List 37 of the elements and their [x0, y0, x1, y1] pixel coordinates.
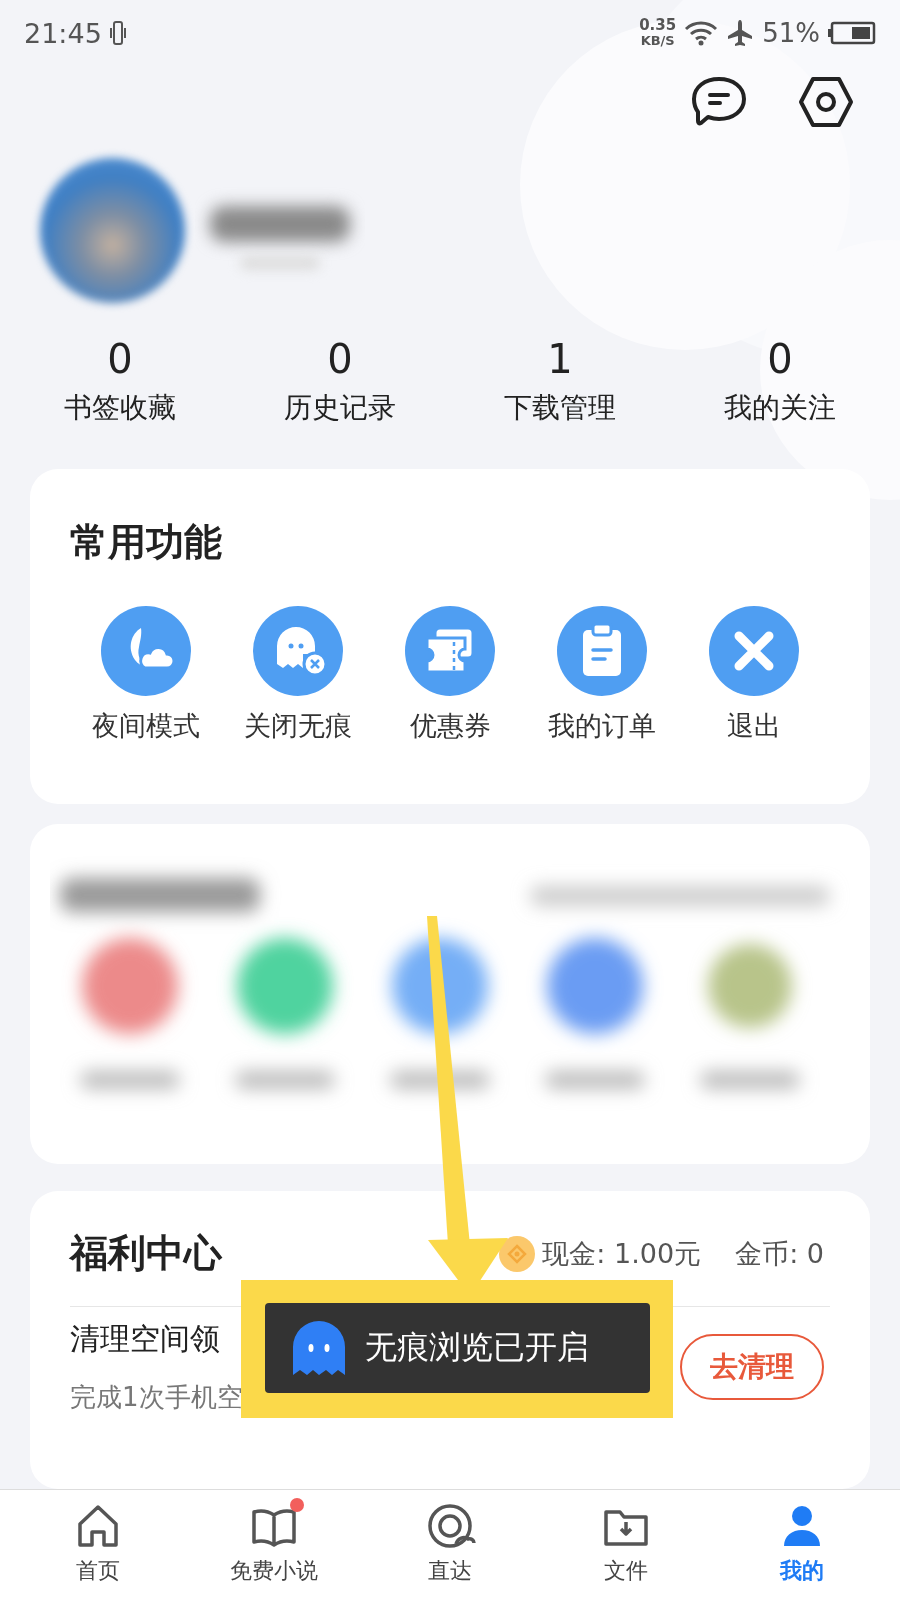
- toast: 无痕浏览已开启: [265, 1303, 650, 1393]
- function-item[interactable]: 我的订单: [526, 606, 678, 744]
- nav-tab[interactable]: 我的: [714, 1490, 890, 1600]
- wifi-icon: [684, 20, 719, 46]
- night-mode-icon: [101, 606, 191, 696]
- stat-item[interactable]: 1 下载管理: [450, 335, 670, 427]
- function-item[interactable]: 关闭无痕: [222, 606, 374, 744]
- cash-balance: 现金: 1.00元: [542, 1236, 702, 1271]
- task-description: 完成1次手机空: [70, 1381, 243, 1414]
- section-title: 福利中心: [70, 1230, 222, 1277]
- nav-tab[interactable]: 直达: [362, 1490, 538, 1600]
- stat-item[interactable]: 0 我的关注: [670, 335, 890, 427]
- coupon-icon: [405, 606, 495, 696]
- battery-percent: 51%: [762, 18, 820, 48]
- avatar[interactable]: [40, 158, 185, 303]
- nav-tab[interactable]: 免费小说: [186, 1490, 362, 1600]
- network-speed: 0.35 KB/S: [639, 17, 677, 49]
- clipboard-icon: [557, 606, 647, 696]
- close-icon: [709, 606, 799, 696]
- stat-item[interactable]: 0 书签收藏: [10, 335, 230, 427]
- nav-tab[interactable]: 首页: [10, 1490, 186, 1600]
- stat-item[interactable]: 0 历史记录: [230, 335, 450, 427]
- clock-time: 21:45: [24, 17, 102, 49]
- section-title: 常用功能: [70, 519, 223, 566]
- coin-icon: [498, 1234, 537, 1273]
- function-item[interactable]: 退出: [678, 606, 830, 744]
- clean-button[interactable]: 去清理: [680, 1334, 824, 1400]
- function-item[interactable]: 夜间模式: [70, 606, 222, 744]
- airplane-icon: [726, 19, 755, 47]
- nav-tab[interactable]: 文件: [538, 1490, 714, 1600]
- settings-icon[interactable]: [798, 76, 854, 128]
- coin-balance: 金币: 0: [735, 1236, 824, 1271]
- battery-icon: [828, 21, 876, 45]
- ghost-close-icon: [253, 606, 343, 696]
- function-item[interactable]: 优惠券: [374, 606, 526, 744]
- task-title: 清理空间领: [70, 1320, 220, 1358]
- vibrate-icon: [109, 20, 126, 46]
